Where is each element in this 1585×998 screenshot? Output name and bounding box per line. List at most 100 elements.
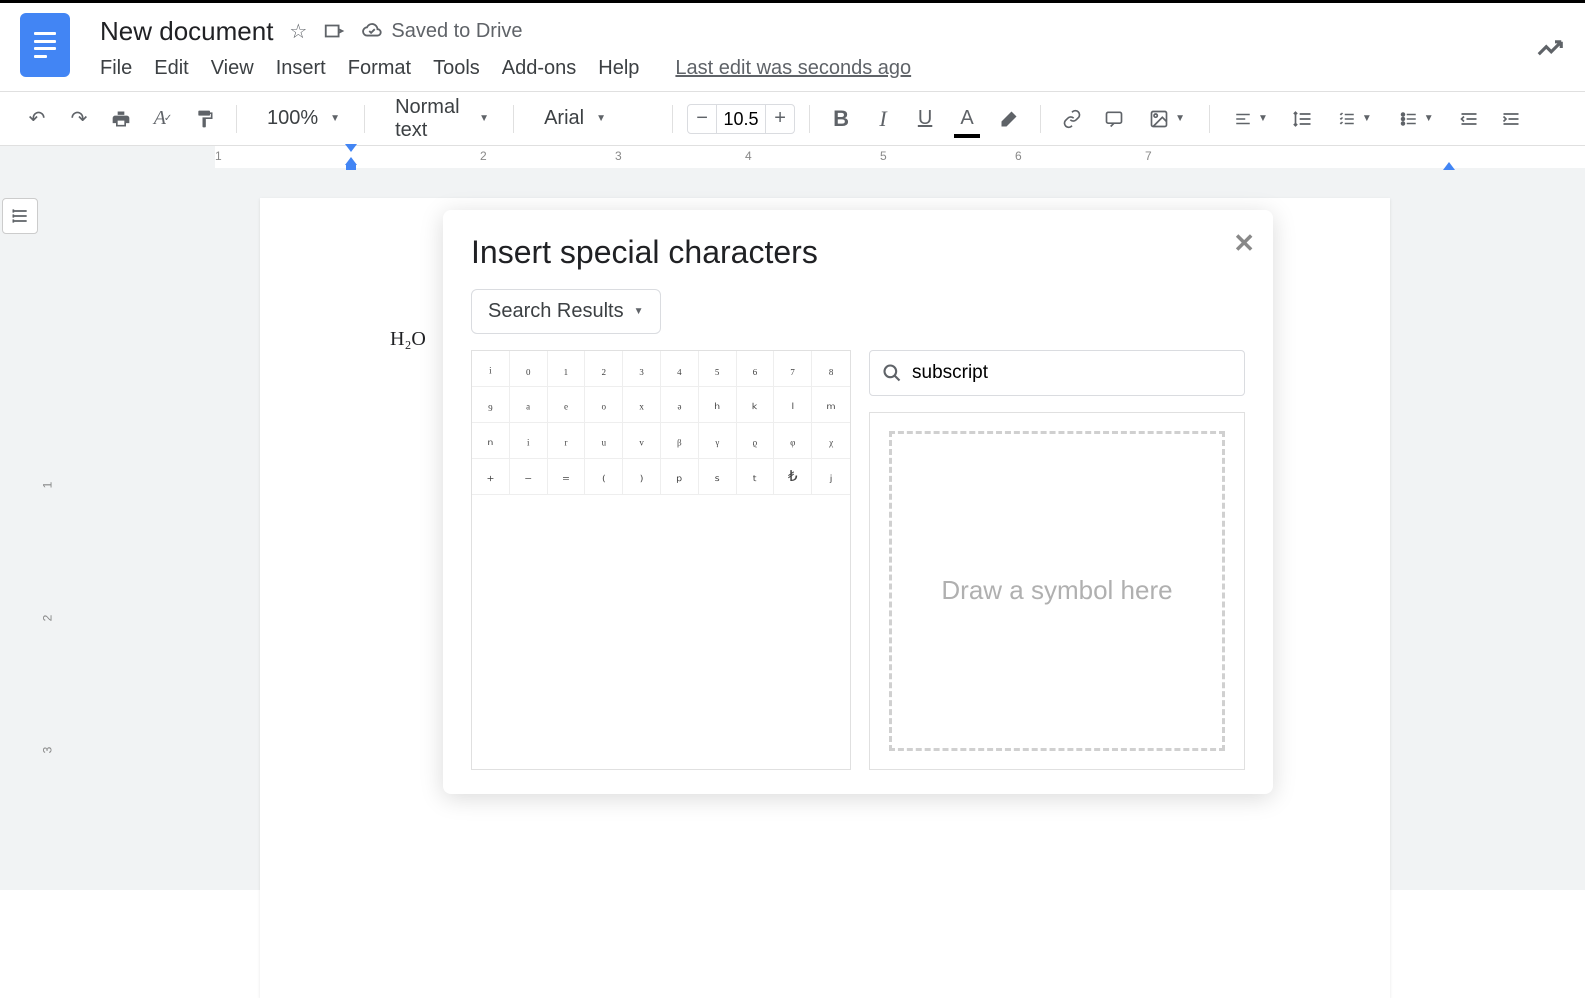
menu-tools[interactable]: Tools — [433, 57, 480, 80]
text-color-button[interactable]: A — [950, 102, 984, 136]
link-button[interactable] — [1055, 102, 1089, 136]
bold-button[interactable]: B — [824, 102, 858, 136]
char-cell[interactable]: ₂ — [585, 351, 623, 387]
char-cell[interactable]: ᵧ — [699, 423, 737, 459]
character-grid: ᵢ₀₁₂₃₄₅₆₇₈₉ₐₑₒₓₔₕₖₗₘₙᵢᵣᵤᵥᵦᵧᵨᵩᵪ₊₋₌₍₎ₚₛₜ₺ⱼ — [471, 350, 851, 770]
cloud-icon — [361, 20, 383, 42]
char-cell[interactable]: ₋ — [510, 459, 548, 495]
char-cell[interactable]: ₍ — [585, 459, 623, 495]
char-cell[interactable]: ₇ — [774, 351, 812, 387]
char-cell[interactable]: ₔ — [661, 387, 699, 423]
char-cell[interactable]: ᵣ — [548, 423, 586, 459]
close-button[interactable]: ✕ — [1233, 228, 1255, 259]
menu-bar: File Edit View Insert Format Tools Add-o… — [100, 57, 1535, 80]
char-cell[interactable]: ₜ — [737, 459, 775, 495]
search-input[interactable] — [912, 362, 1232, 384]
char-cell[interactable]: ₀ — [510, 351, 548, 387]
checklist-button[interactable]: ▼ — [1328, 110, 1382, 128]
menu-format[interactable]: Format — [348, 57, 411, 80]
char-cell[interactable]: ᵩ — [774, 423, 812, 459]
chevron-down-icon: ▼ — [479, 113, 489, 124]
chevron-down-icon: ▼ — [1362, 113, 1372, 124]
char-cell[interactable]: ₕ — [699, 387, 737, 423]
last-edit-link[interactable]: Last edit was seconds ago — [675, 57, 911, 80]
char-cell[interactable]: ᵪ — [812, 423, 850, 459]
char-cell[interactable]: ₅ — [699, 351, 737, 387]
save-status: Saved to Drive — [361, 20, 522, 43]
chevron-down-icon: ▼ — [596, 113, 606, 124]
char-cell[interactable]: ₙ — [472, 423, 510, 459]
char-cell[interactable]: ᵤ — [585, 423, 623, 459]
image-button[interactable]: ▼ — [1139, 109, 1195, 129]
char-cell[interactable]: ᵨ — [737, 423, 775, 459]
spellcheck-button[interactable]: A✓ — [146, 102, 180, 136]
zoom-dropdown[interactable]: 100% ▼ — [251, 107, 350, 130]
char-cell[interactable]: ₌ — [548, 459, 586, 495]
char-cell[interactable]: ₁ — [548, 351, 586, 387]
undo-button[interactable]: ↶ — [20, 102, 54, 136]
search-icon — [882, 363, 902, 383]
char-cell[interactable]: ⱼ — [812, 459, 850, 495]
char-cell[interactable]: ₗ — [774, 387, 812, 423]
increase-font-button[interactable]: + — [766, 107, 794, 130]
chevron-down-icon: ▼ — [330, 113, 340, 124]
move-icon[interactable] — [323, 20, 345, 42]
redo-button[interactable]: ↷ — [62, 102, 96, 136]
vertical-ruler[interactable]: 1 2 3 — [40, 198, 60, 890]
font-dropdown[interactable]: Arial ▼ — [528, 107, 658, 130]
category-dropdown[interactable]: Search Results ▼ — [471, 289, 661, 334]
char-cell[interactable]: ₚ — [661, 459, 699, 495]
char-cell[interactable]: ₖ — [737, 387, 775, 423]
char-cell[interactable]: ₓ — [623, 387, 661, 423]
menu-edit[interactable]: Edit — [154, 57, 188, 80]
char-cell[interactable]: ₘ — [812, 387, 850, 423]
char-cell[interactable]: ₎ — [623, 459, 661, 495]
char-cell[interactable]: ₐ — [510, 387, 548, 423]
outline-toggle[interactable] — [2, 198, 38, 234]
char-cell[interactable]: ᵦ — [661, 423, 699, 459]
menu-view[interactable]: View — [211, 57, 254, 80]
docs-logo[interactable] — [20, 13, 70, 77]
char-cell[interactable]: ᵢ — [472, 351, 510, 387]
char-cell[interactable]: ₉ — [472, 387, 510, 423]
menu-insert[interactable]: Insert — [276, 57, 326, 80]
char-cell[interactable]: ᵢ — [510, 423, 548, 459]
char-cell[interactable]: ₑ — [548, 387, 586, 423]
chevron-down-icon: ▼ — [1175, 113, 1185, 124]
print-button[interactable] — [104, 102, 138, 136]
char-cell[interactable]: ₒ — [585, 387, 623, 423]
toolbar: ↶ ↷ A✓ 100% ▼ Normal text ▼ Arial ▼ − 10… — [0, 91, 1585, 146]
horizontal-ruler: 1 2 3 4 5 6 7 — [0, 146, 1585, 168]
comment-button[interactable] — [1097, 102, 1131, 136]
decrease-indent-button[interactable] — [1452, 102, 1486, 136]
char-cell[interactable]: ₛ — [699, 459, 737, 495]
underline-button[interactable]: U — [908, 102, 942, 136]
header: New document ☆ Saved to Drive File Edit … — [0, 3, 1585, 91]
decrease-font-button[interactable]: − — [688, 107, 716, 130]
star-icon[interactable]: ☆ — [289, 19, 307, 44]
char-cell[interactable]: ₃ — [623, 351, 661, 387]
bullet-list-button[interactable]: ▼ — [1390, 110, 1444, 128]
highlight-button[interactable] — [992, 102, 1026, 136]
menu-help[interactable]: Help — [598, 57, 639, 80]
activity-icon[interactable] — [1535, 13, 1565, 68]
align-button[interactable]: ▼ — [1224, 110, 1278, 128]
menu-addons[interactable]: Add-ons — [502, 57, 577, 80]
draw-symbol-area[interactable]: Draw a symbol here — [869, 412, 1245, 770]
increase-indent-button[interactable] — [1494, 102, 1528, 136]
line-spacing-button[interactable] — [1286, 102, 1320, 136]
italic-button[interactable]: I — [866, 102, 900, 136]
char-cell[interactable]: ᵥ — [623, 423, 661, 459]
menu-file[interactable]: File — [100, 57, 132, 80]
char-cell[interactable]: ₆ — [737, 351, 775, 387]
char-cell[interactable]: ₈ — [812, 351, 850, 387]
char-cell[interactable]: ₺ — [774, 459, 812, 495]
char-cell[interactable]: ₊ — [472, 459, 510, 495]
paint-format-button[interactable] — [188, 102, 222, 136]
style-dropdown[interactable]: Normal text ▼ — [379, 96, 499, 142]
chevron-down-icon: ▼ — [1258, 113, 1268, 124]
char-cell[interactable]: ₄ — [661, 351, 699, 387]
document-title[interactable]: New document — [100, 16, 273, 47]
dialog-title: Insert special characters — [471, 234, 1245, 271]
font-size-value[interactable]: 10.5 — [716, 105, 766, 133]
